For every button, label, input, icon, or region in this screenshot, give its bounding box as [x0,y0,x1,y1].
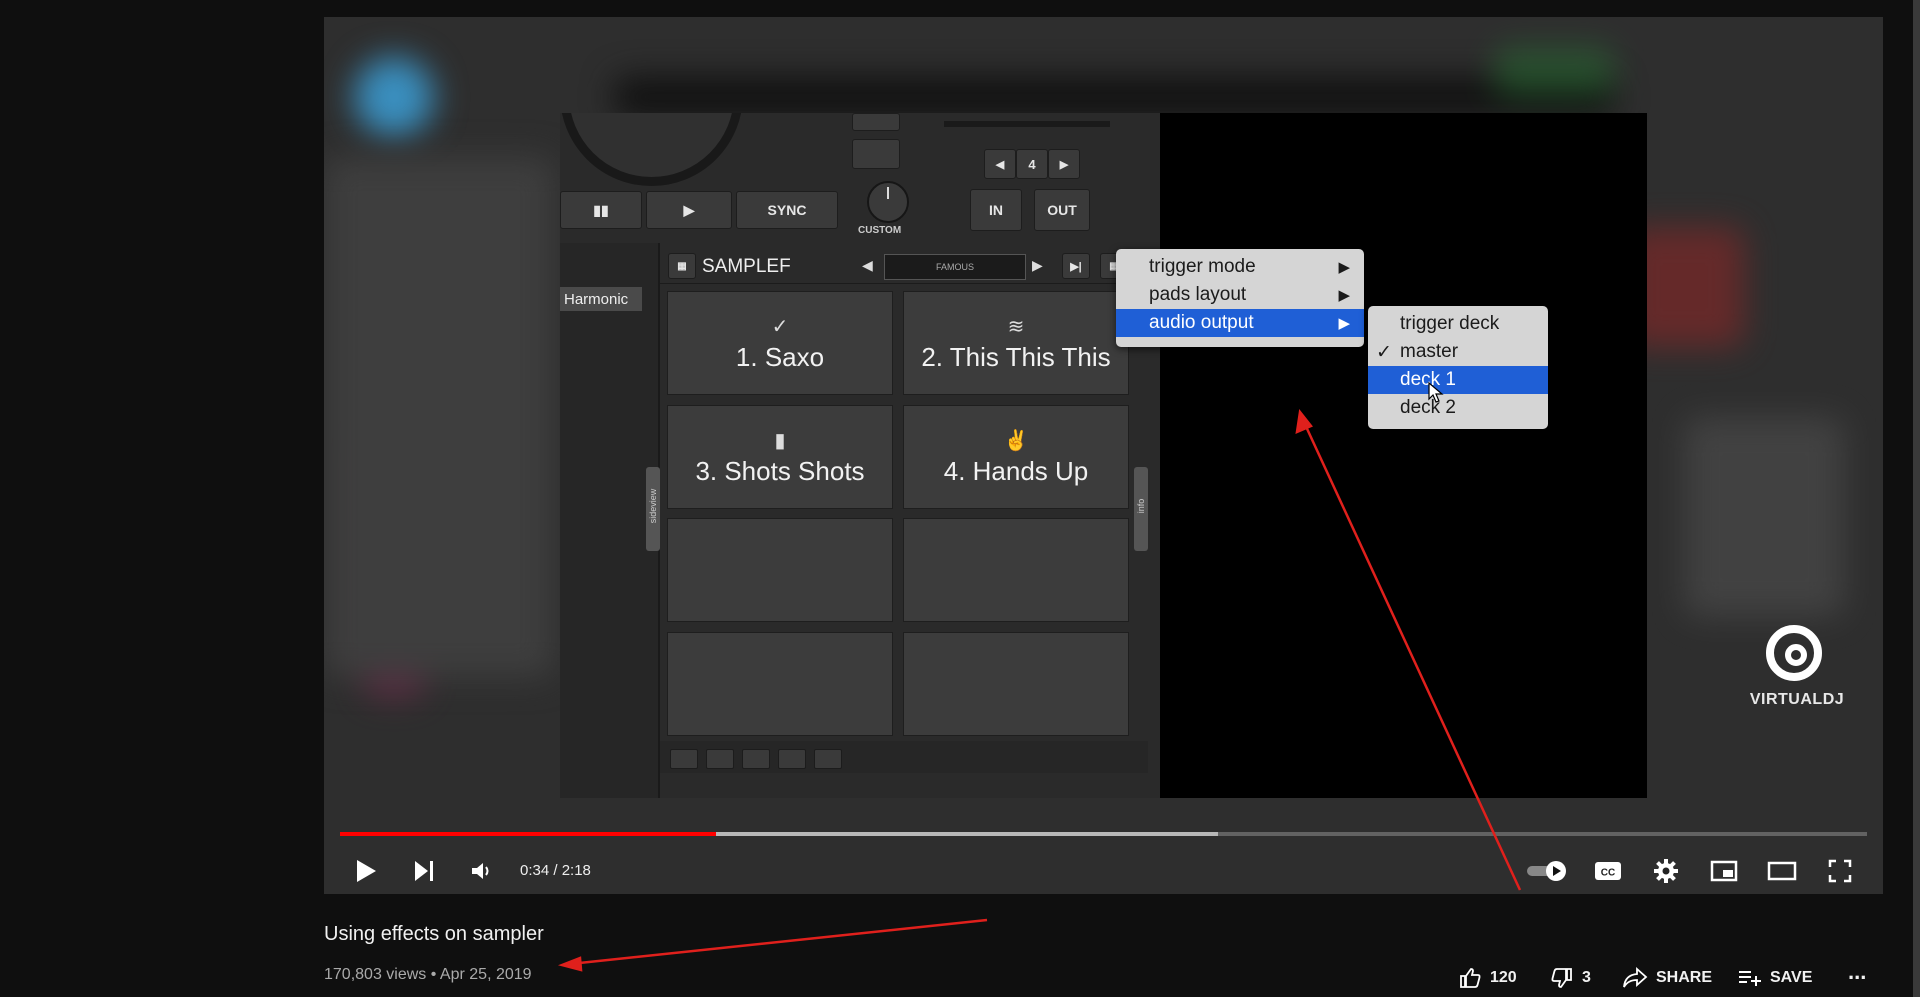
video-title: Using effects on sampler [324,923,544,945]
share-icon [1623,967,1648,988]
view-count: 170,803 views [324,966,427,983]
dislike-button[interactable]: 3 [1550,966,1591,990]
more-actions-button[interactable]: ... [1848,959,1867,984]
like-count: 120 [1490,969,1517,986]
meta-separator: • [430,966,437,983]
save-label: SAVE [1770,969,1813,986]
video-meta: 170,803 views • Apr 25, 2019 [324,966,532,984]
upload-date: Apr 25, 2019 [439,966,532,983]
save-playlist-icon [1739,971,1761,986]
arrowhead-icon [1295,408,1313,435]
more-icon: ... [1848,959,1867,984]
annotation-arrows [557,408,1522,972]
annotation-arrow-menu [1301,419,1522,891]
sidebar-edge [1913,0,1920,997]
share-button[interactable]: SHARE [1622,966,1712,990]
thumbs-down-icon [1551,968,1572,988]
share-label: SHARE [1656,969,1713,986]
arrowhead-icon [557,956,583,972]
like-button[interactable]: 120 [1458,966,1517,990]
save-button[interactable]: SAVE [1738,966,1812,990]
dislike-count: 3 [1582,969,1591,986]
annotation-arrow-title [569,918,988,966]
thumbs-up-icon [1460,968,1481,988]
